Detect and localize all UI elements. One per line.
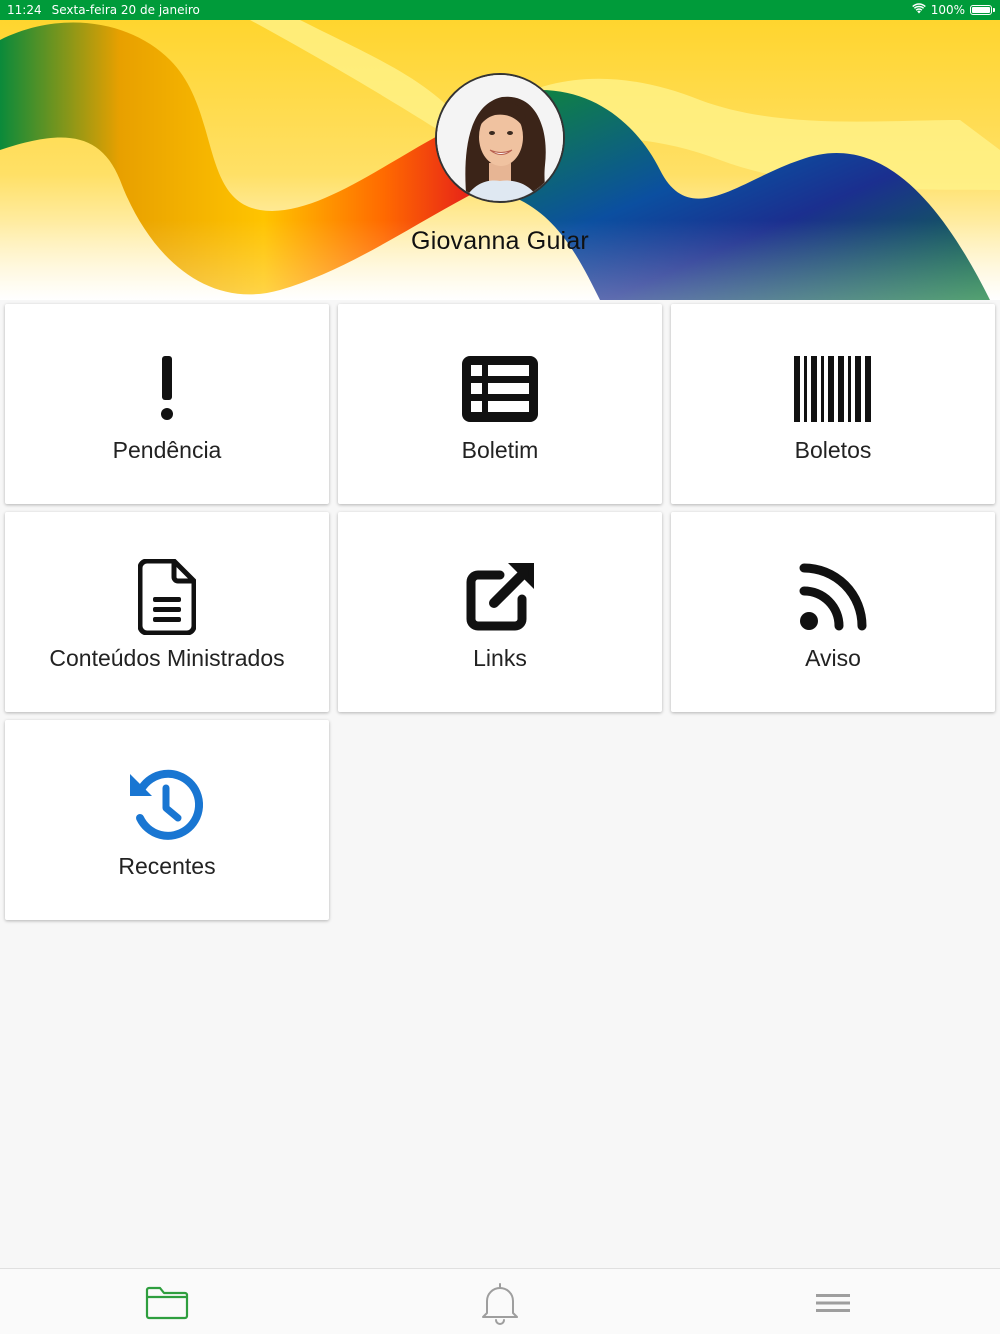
- tile-links[interactable]: Links: [338, 512, 662, 712]
- user-name: Giovanna Guiar: [411, 227, 589, 255]
- tab-menu[interactable]: [803, 1283, 863, 1327]
- bottom-tab-bar: [0, 1268, 1000, 1334]
- tile-boletos[interactable]: Boletos: [671, 304, 995, 504]
- status-date: Sexta-feira 20 de janeiro: [51, 3, 200, 17]
- document-icon: [127, 559, 207, 635]
- tile-aviso[interactable]: Aviso: [671, 512, 995, 712]
- tile-boletim[interactable]: Boletim: [338, 304, 662, 504]
- list-table-icon: [460, 354, 540, 424]
- battery-percentage: 100%: [930, 3, 965, 17]
- status-time: 11:24: [7, 3, 42, 17]
- tile-label: Pendência: [112, 437, 222, 463]
- barcode-icon: [793, 354, 873, 424]
- tab-folder[interactable]: [137, 1283, 197, 1327]
- avatar-photo: [437, 75, 563, 201]
- tile-recentes[interactable]: Recentes: [5, 720, 329, 920]
- bell-icon: [481, 1281, 519, 1330]
- folder-icon: [145, 1286, 189, 1325]
- wifi-icon: [911, 0, 926, 20]
- status-bar: 11:24 Sexta-feira 20 de janeiro 100%: [0, 0, 1000, 20]
- menu-icon: [816, 1291, 850, 1320]
- home-screen: 11:24 Sexta-feira 20 de janeiro 100% Gio…: [0, 0, 1000, 1334]
- tile-label: Aviso: [805, 645, 861, 671]
- tile-label: Conteúdos Ministrados: [49, 645, 285, 671]
- tab-notifications[interactable]: [470, 1281, 530, 1330]
- history-icon: [127, 769, 207, 840]
- profile-header: Giovanna Guiar: [0, 20, 1000, 300]
- profile-avatar[interactable]: [435, 73, 565, 203]
- tile-label: Boletos: [794, 437, 872, 463]
- exclamation-icon: [127, 354, 207, 424]
- external-link-icon: [460, 562, 540, 632]
- rss-icon: [793, 562, 873, 632]
- tile-label: Boletim: [461, 437, 539, 463]
- battery-icon: [970, 5, 995, 15]
- tile-conteudos-ministrados[interactable]: Conteúdos Ministrados: [5, 512, 329, 712]
- tile-label: Links: [473, 645, 527, 671]
- tile-pendencia[interactable]: Pendência: [5, 304, 329, 504]
- tile-label: Recentes: [118, 853, 216, 879]
